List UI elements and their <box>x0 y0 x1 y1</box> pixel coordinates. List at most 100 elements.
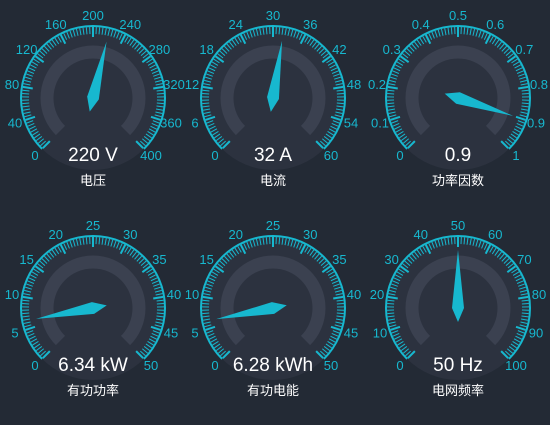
minor-tick <box>99 27 100 34</box>
tick-label: 0 <box>396 148 403 163</box>
tick-label: 42 <box>332 42 346 57</box>
tick-label: 10 <box>185 287 199 302</box>
tick-label: 36 <box>303 17 317 32</box>
minor-tick <box>279 27 280 34</box>
minor-tick <box>522 313 529 314</box>
tick-label: 50 <box>324 358 338 373</box>
tick-label: 45 <box>344 325 358 340</box>
gauge-value: 50 Hz <box>433 355 483 376</box>
tick-label: 40 <box>347 287 361 302</box>
minor-tick <box>337 313 344 314</box>
minor-tick <box>522 103 529 104</box>
tick-label: 0.6 <box>486 17 504 32</box>
minor-tick <box>86 27 87 34</box>
minor-tick <box>279 237 280 244</box>
tick-label: 54 <box>344 115 358 130</box>
tick-label: 40 <box>8 115 22 130</box>
gauges-svg: 04080120160200240280320360400220 V电压0612… <box>0 0 550 420</box>
tick-label: 400 <box>140 148 162 163</box>
gauge-value: 32 A <box>254 145 292 166</box>
tick-label: 280 <box>148 42 170 57</box>
minor-tick <box>99 237 100 244</box>
tick-label: 0.4 <box>412 17 430 32</box>
gauge-current: 0612182430364248546032 A电流 <box>185 8 361 188</box>
tick-label: 0.9 <box>527 115 545 130</box>
tick-label: 120 <box>16 42 38 57</box>
tick-label: 30 <box>123 227 137 242</box>
tick-label: 20 <box>229 227 243 242</box>
tick-label: 30 <box>384 252 398 267</box>
tick-label: 0 <box>31 148 38 163</box>
gauge-label: 有功功率 <box>67 383 119 398</box>
tick-label: 45 <box>164 325 178 340</box>
tick-label: 12 <box>185 77 199 92</box>
gauge-label: 电网频率 <box>432 383 484 398</box>
tick-label: 240 <box>119 17 141 32</box>
minor-tick <box>464 27 465 34</box>
minor-tick <box>464 237 465 244</box>
tick-label: 20 <box>49 227 63 242</box>
gauge-label: 电压 <box>80 173 106 188</box>
gauge-voltage: 04080120160200240280320360400220 V电压 <box>5 8 185 188</box>
minor-tick <box>22 103 29 104</box>
tick-label: 320 <box>163 77 185 92</box>
tick-label: 70 <box>517 252 531 267</box>
tick-label: 60 <box>324 148 338 163</box>
minor-tick <box>387 313 394 314</box>
tick-label: 50 <box>144 358 158 373</box>
tick-label: 35 <box>152 252 166 267</box>
gauge-value: 6.34 kW <box>58 355 128 376</box>
gauge-value: 0.9 <box>445 145 471 166</box>
gauge-active-power: 051015202530354045506.34 kW有功功率 <box>5 218 181 398</box>
tick-label: 60 <box>488 227 502 242</box>
tick-label: 0.2 <box>368 77 386 92</box>
minor-tick <box>451 27 452 34</box>
gauge-label: 有功电能 <box>247 383 299 398</box>
tick-label: 0 <box>31 358 38 373</box>
tick-label: 10 <box>5 287 19 302</box>
tick-label: 20 <box>370 287 384 302</box>
tick-label: 0 <box>396 358 403 373</box>
tick-label: 0.1 <box>371 115 389 130</box>
tick-label: 30 <box>266 8 280 23</box>
tick-label: 25 <box>86 218 100 233</box>
gauge-label: 电流 <box>260 173 286 188</box>
tick-label: 15 <box>199 252 213 267</box>
minor-tick <box>157 313 164 314</box>
tick-label: 5 <box>11 325 18 340</box>
gauge-value: 220 V <box>68 145 118 166</box>
tick-label: 160 <box>45 17 67 32</box>
tick-label: 0.3 <box>383 42 401 57</box>
tick-label: 6 <box>191 115 198 130</box>
tick-label: 25 <box>266 218 280 233</box>
tick-label: 5 <box>191 325 198 340</box>
tick-label: 0.7 <box>515 42 533 57</box>
tick-label: 0.8 <box>530 77 548 92</box>
minor-tick <box>451 237 452 244</box>
gauge-label: 功率因数 <box>432 173 484 188</box>
tick-label: 10 <box>373 325 387 340</box>
tick-label: 80 <box>5 77 19 92</box>
gauge-power-factor: 00.10.20.30.40.50.60.70.80.910.9功率因数 <box>368 8 548 188</box>
gauge-value: 6.28 kWh <box>233 355 313 376</box>
tick-label: 40 <box>167 287 181 302</box>
tick-label: 40 <box>414 227 428 242</box>
gauge-active-energy: 0 5 10 15 20 25 30 35 40 45 50 6.28 kWh 有功电能 <box>185 218 361 398</box>
gauge-dashboard: 04080120160200240280320360400220 V电压0612… <box>0 0 550 420</box>
minor-tick <box>157 103 164 104</box>
minor-tick <box>266 237 267 244</box>
tick-label: 90 <box>529 325 543 340</box>
tick-label: 200 <box>82 8 104 23</box>
tick-label: 0 <box>211 358 218 373</box>
tick-label: 30 <box>303 227 317 242</box>
tick-label: 35 <box>332 252 346 267</box>
tick-label: 48 <box>347 77 361 92</box>
tick-label: 18 <box>199 42 213 57</box>
gauge-frequency: 010203040506070809010050 Hz电网频率 <box>370 218 546 398</box>
tick-label: 1 <box>512 148 519 163</box>
minor-tick <box>22 313 29 314</box>
minor-tick <box>387 103 394 104</box>
tick-label: 80 <box>532 287 546 302</box>
minor-tick <box>337 103 344 104</box>
minor-tick <box>202 103 209 104</box>
